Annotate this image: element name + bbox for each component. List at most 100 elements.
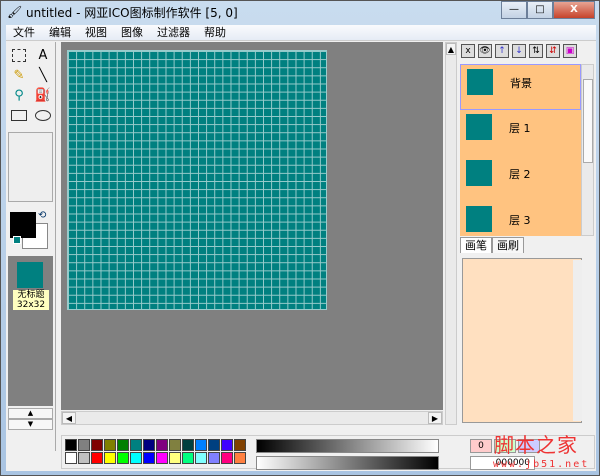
scroll-up-button[interactable]: ▲ [446,43,456,55]
palette-swatch[interactable] [65,452,77,464]
menu-edit[interactable]: 编辑 [42,25,78,40]
palette-swatch[interactable] [91,439,103,451]
icon-list: 无标题 32x32 [8,256,53,406]
merge-down-button[interactable]: ⇵ [546,44,560,58]
palette-swatch[interactable] [195,452,207,464]
icon-list-up-button[interactable]: ▲ [8,408,53,419]
close-button[interactable]: X [553,1,595,19]
gradient-black-white[interactable] [256,439,439,453]
palette-swatch[interactable] [104,452,116,464]
horizontal-scrollbar[interactable]: ◀ ▶ [61,411,443,425]
watermark-url: www.jb51.net [493,459,590,470]
palette-swatch[interactable] [221,439,233,451]
palette-swatch[interactable] [169,439,181,451]
app-icon: 🖌 [7,5,23,19]
menu-image[interactable]: 图像 [114,25,150,40]
palette-swatch[interactable] [234,452,246,464]
ellipse-tool[interactable] [32,105,54,125]
tab-pen[interactable]: 画笔 [460,237,492,253]
layer-name: 层 1 [509,122,531,135]
tab-brush[interactable]: 画刷 [492,237,524,253]
palette-swatch[interactable] [221,452,233,464]
palette-swatch[interactable] [182,452,194,464]
palette-swatch[interactable] [143,439,155,451]
icon-list-down-button[interactable]: ▼ [8,419,53,430]
menu-file[interactable]: 文件 [6,25,42,40]
foreground-color[interactable] [10,212,36,238]
palette-swatch[interactable] [65,439,77,451]
minimize-button[interactable]: — [501,1,527,19]
palette-swatch[interactable] [156,439,168,451]
palette-swatch[interactable] [91,452,103,464]
layer-name: 层 3 [509,214,531,227]
palette-swatch[interactable] [208,439,220,451]
layer-item[interactable]: 背景 [460,64,581,110]
palette-swatch[interactable] [78,452,90,464]
layers-panel: x 👁 ↑ ↓ ⇅ ⇵ ▣ 背景 层 1 层 2 层 3 画笔 画刷 [458,42,595,425]
canvas-color[interactable] [13,236,21,244]
scrollbar-thumb[interactable] [583,79,593,163]
layer-name: 层 2 [509,168,531,181]
layer-item[interactable]: 层 2 [460,156,581,202]
palette-swatch[interactable] [234,439,246,451]
menu-bar: 文件 编辑 视图 图像 过滤器 帮助 [6,25,596,41]
scroll-left-button[interactable]: ◀ [62,412,76,424]
app-window: 🖌 untitled - 网亚ICO图标制作软件 [5, 0] — □ X 文件… [0,0,600,476]
menu-filter[interactable]: 过滤器 [150,25,197,40]
move-layer-up-button[interactable]: ↑ [495,44,509,58]
menu-view[interactable]: 视图 [78,25,114,40]
color-picker-tool[interactable]: ⚲ [8,85,30,105]
palette-swatch[interactable] [143,452,155,464]
icon-thumbnail[interactable] [17,262,43,288]
toggle-visibility-button[interactable]: 👁 [478,44,492,58]
layer-item[interactable]: 层 1 [460,110,581,156]
toolbox: A ✎ ╲ ⚲ ⛽ [6,42,55,128]
gradient-white-black[interactable] [256,456,439,470]
vertical-scrollbar[interactable]: ▲ [445,42,457,425]
left-panel: A ✎ ╲ ⚲ ⛽ ⟲ 无标题 32x32 ▲ ▼ [6,42,56,451]
delete-layer-button[interactable]: x [461,44,475,58]
pixel-grid-canvas[interactable] [67,50,327,310]
rectangle-tool[interactable] [8,105,30,125]
palette-swatch[interactable] [104,439,116,451]
palette-swatch[interactable] [130,439,142,451]
layer-scrollbar[interactable] [581,64,594,236]
layer-thumbnail [466,114,492,140]
palette-swatch[interactable] [208,452,220,464]
palette-swatch[interactable] [117,439,129,451]
maximize-button[interactable]: □ [527,1,553,19]
layer-item[interactable]: 层 3 [460,202,581,236]
scroll-right-button[interactable]: ▶ [428,412,442,424]
layer-toolbar: x 👁 ↑ ↓ ⇅ ⇵ ▣ [458,42,595,62]
palette-swatch[interactable] [156,452,168,464]
palette-swatch[interactable] [182,439,194,451]
pencil-tool[interactable]: ✎ [8,65,30,85]
color-palette [65,439,246,464]
ellipse-icon [35,109,51,121]
layer-thumbnail [466,160,492,186]
fill-tool[interactable]: ⛽ [32,85,54,105]
tool-options [8,132,53,202]
brush-scrollbar[interactable] [573,260,582,421]
merge-up-button[interactable]: ⇅ [529,44,543,58]
color-value-red[interactable]: 0 [470,439,492,453]
menu-help[interactable]: 帮助 [197,25,233,40]
brush-tabs: 画笔 画刷 [460,237,524,253]
palette-swatch[interactable] [78,439,90,451]
palette-swatch[interactable] [117,452,129,464]
layer-properties-button[interactable]: ▣ [563,44,577,58]
brush-list[interactable] [462,258,582,423]
text-tool[interactable]: A [32,45,54,65]
rectangle-icon [11,109,27,121]
palette-swatch[interactable] [169,452,181,464]
palette-swatch[interactable] [130,452,142,464]
line-tool[interactable]: ╲ [32,65,54,85]
palette-swatch[interactable] [195,439,207,451]
swap-colors-icon[interactable]: ⟲ [38,210,46,221]
watermark-title: 脚本之家 [494,433,578,457]
icon-name: 无标题 [17,290,45,300]
window-title: untitled - 网亚ICO图标制作软件 [5, 0] [26,5,238,20]
select-tool[interactable] [8,45,30,65]
client-area: 文件 编辑 视图 图像 过滤器 帮助 A ✎ ╲ ⚲ ⛽ ⟲ 无标题 32x32… [6,25,596,471]
move-layer-down-button[interactable]: ↓ [512,44,526,58]
